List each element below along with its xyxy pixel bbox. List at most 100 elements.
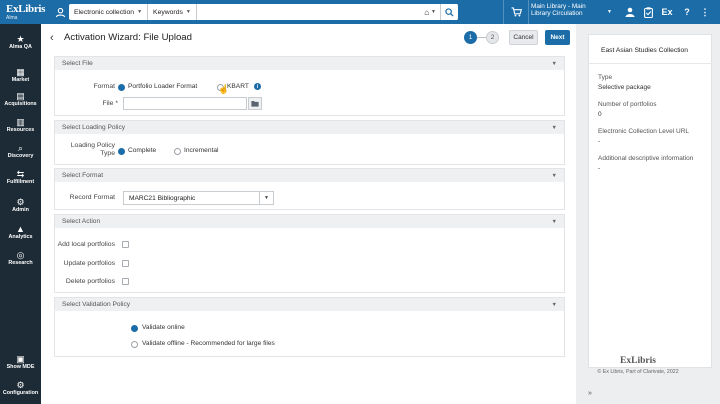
chevron-down-icon: ▼ (551, 124, 557, 131)
nav-label: Show MDE (6, 363, 35, 370)
expand-pane-icon[interactable]: » (588, 390, 592, 397)
chevron-down-icon: ▼ (431, 9, 436, 15)
chevron-down-icon: ▼ (551, 301, 557, 308)
search-icon (445, 7, 454, 17)
wizard-step-1: 1 (464, 31, 477, 44)
footer-logo: ExLibris (620, 356, 656, 366)
nav-item-analytics[interactable]: ▲ Analytics (0, 219, 41, 245)
section-title: Select Format (62, 172, 104, 179)
current-location[interactable]: Main Library - Main Library Circulation (531, 3, 605, 21)
search-scope-label: Electronic collection (74, 8, 135, 16)
divider (503, 0, 504, 24)
record-format-select[interactable]: MARC21 Bibliographic ▼ (123, 191, 274, 205)
mde-icon: ▣ (16, 353, 25, 364)
file-label: File * (102, 100, 119, 107)
back-arrow-icon[interactable]: ‹ (50, 32, 54, 44)
validation-policy-section: Select Validation Policy ▼ Validate onli… (54, 297, 565, 357)
file-input[interactable] (123, 97, 247, 110)
delete-portfolios-label: Delete portfolios (65, 278, 115, 285)
chevron-down-icon: ▼ (551, 218, 557, 225)
validate-online-radio[interactable] (131, 325, 138, 332)
format-radio-portfolio-loader[interactable] (118, 84, 125, 91)
collection-url-label: Electronic Collection Level URL (598, 128, 690, 135)
nav-item-admin[interactable]: ⚙ Admin (0, 192, 41, 218)
nav-item-configuration[interactable]: ⚙ Configuration (0, 375, 41, 401)
chevron-down-icon[interactable]: ▼ (607, 9, 612, 15)
section-title: Select Action (62, 218, 101, 225)
action-section: Select Action ▼ Add local portfolios Upd… (54, 214, 565, 293)
section-header[interactable]: Select Action ▼ (55, 215, 564, 228)
divider (589, 63, 713, 64)
telescope-icon: ⌕ (17, 142, 24, 153)
type-value: Selective package (598, 84, 651, 91)
loading-option-label: Incremental (184, 147, 219, 154)
cart-icon[interactable] (508, 4, 524, 20)
nav-label: Admin (12, 206, 29, 213)
add-local-portfolios-checkbox[interactable] (122, 241, 129, 248)
delete-portfolios-checkbox[interactable] (122, 278, 129, 285)
section-header[interactable]: Select Loading Policy ▼ (55, 121, 564, 134)
section-header[interactable]: Select Format ▼ (55, 169, 564, 182)
ex-libris-icon[interactable]: Ex (660, 4, 674, 20)
nav-label: Configuration (2, 389, 39, 396)
validate-offline-radio[interactable] (131, 341, 138, 348)
fulfillment-icon: ⇆ (16, 168, 25, 179)
loading-policy-label: Loading Policy Type (70, 142, 115, 157)
format-label: Format (93, 83, 115, 90)
collection-title: East Asian Studies Collection (601, 47, 688, 54)
mouse-cursor-icon: ☝ (218, 84, 230, 94)
search-bar: Electronic collection ▼ Keywords ▼ ⌂ ▼ (69, 4, 458, 20)
collection-url-value: - (598, 138, 601, 145)
nav-item-research[interactable]: ◎ Research (0, 245, 41, 271)
persona-icon[interactable] (53, 4, 67, 20)
search-field-dropdown[interactable]: Keywords ▼ (148, 4, 197, 20)
search-input[interactable] (196, 5, 421, 19)
analytics-icon: ▲ (16, 223, 25, 234)
loading-radio-incremental[interactable] (174, 148, 181, 155)
nav-item-fulfillment[interactable]: ⇆ Fulfillment (0, 164, 41, 190)
nav-item-acquisitions[interactable]: ▤ Acquisitions (0, 86, 41, 112)
nav-item-market[interactable]: ▦ Market (0, 62, 41, 88)
chevron-down-icon: ▼ (259, 192, 273, 204)
section-header[interactable]: Select File ▼ (55, 57, 564, 70)
home-menu-button[interactable]: ⌂ ▼ (420, 4, 440, 20)
search-field-label: Keywords (153, 8, 183, 16)
loading-radio-complete[interactable] (118, 148, 125, 155)
search-scope-dropdown[interactable]: Electronic collection ▼ (69, 4, 149, 20)
chevron-down-icon: ▼ (137, 9, 143, 15)
next-button[interactable]: Next (545, 30, 570, 45)
section-title: Select Loading Policy (62, 124, 126, 131)
nav-item-resources[interactable]: ▥ Resources (0, 112, 41, 138)
exlibris-logo[interactable]: ExLibris Alma (0, 0, 53, 24)
star-list-icon: ★ (16, 33, 25, 44)
update-portfolios-checkbox[interactable] (122, 260, 129, 267)
user-icon[interactable] (623, 4, 637, 20)
info-icon[interactable]: i (254, 83, 261, 90)
nav-label: Market (11, 76, 30, 83)
page-header: ‹ Activation Wizard: File Upload 1 2 Can… (41, 24, 576, 53)
search-button[interactable] (440, 4, 458, 20)
format-section: Select Format ▼ Record Format MARC21 Bib… (54, 168, 565, 210)
home-icon: ⌂ (424, 7, 430, 17)
folder-icon (251, 101, 259, 107)
add-local-portfolios-label: Add local portfolios (57, 241, 115, 248)
nav-item-discovery[interactable]: ⌕ Discovery (0, 138, 41, 164)
more-icon[interactable]: ⋮ (698, 4, 712, 20)
tasks-icon[interactable] (641, 4, 655, 20)
loading-policy-section: Select Loading Policy ▼ Loading Policy T… (54, 120, 565, 165)
descriptive-info-label: Additional descriptive information (598, 155, 694, 162)
books-icon: ▥ (16, 116, 25, 127)
cancel-button[interactable]: Cancel (509, 30, 538, 45)
gear-icon: ⚙ (16, 379, 25, 390)
section-header[interactable]: Select Validation Policy ▼ (55, 298, 564, 311)
help-icon[interactable]: ? (680, 4, 694, 20)
portfolios-count-label: Number of portfolios (598, 101, 657, 108)
nav-item-alma-qa[interactable]: ★ Alma QA (0, 29, 41, 55)
portfolios-count-value: 0 (598, 111, 602, 118)
nav-label: Acquisitions (4, 100, 37, 107)
browse-button[interactable] (248, 97, 262, 110)
select-file-section: Select File ▼ Format Portfolio Loader Fo… (54, 56, 565, 116)
descriptive-info-value: - (598, 165, 601, 172)
collection-details-card: East Asian Studies Collection Type Selec… (588, 34, 713, 368)
nav-item-show-mde[interactable]: ▣ Show MDE (0, 349, 41, 375)
